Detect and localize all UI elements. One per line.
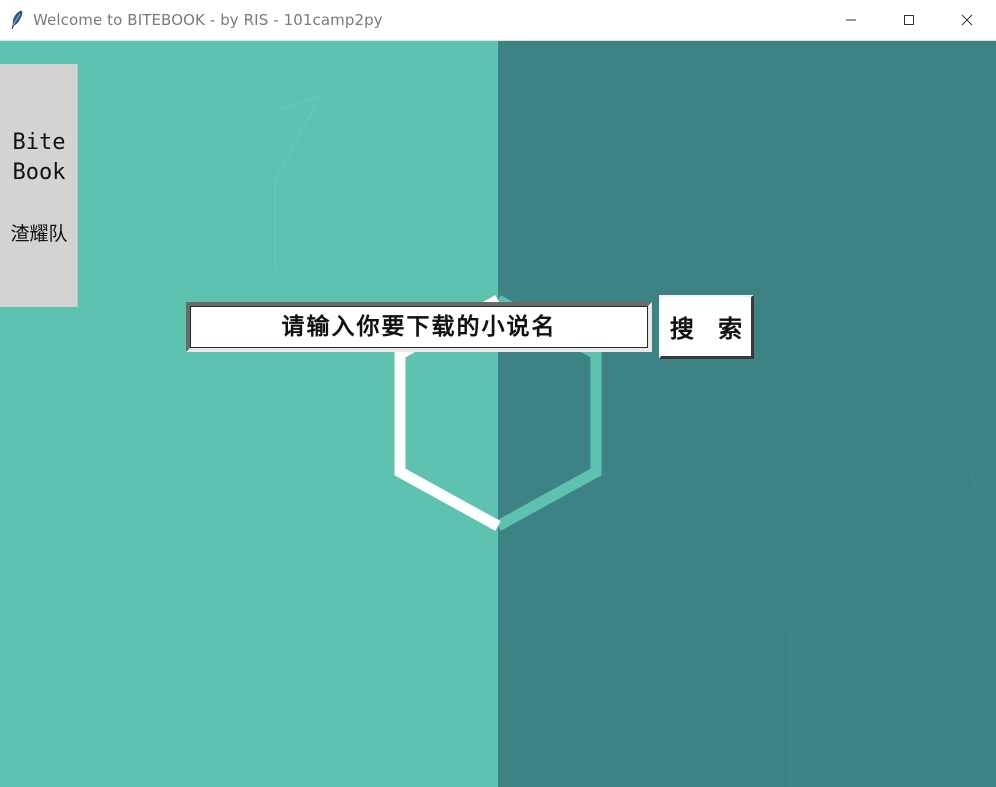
close-icon <box>961 11 973 30</box>
app-name-line-2: Book <box>12 160 66 185</box>
team-name: 渣耀队 <box>10 223 68 245</box>
minimize-button[interactable] <box>822 0 880 40</box>
app-name: Bite Book <box>0 128 78 188</box>
maximize-icon <box>903 11 915 30</box>
maximize-button[interactable] <box>880 0 938 40</box>
close-button[interactable] <box>938 0 996 40</box>
minimize-icon <box>845 11 857 30</box>
main-canvas: Bite Book 渣耀队 搜 索 <box>0 41 996 787</box>
search-input[interactable] <box>186 302 652 352</box>
search-button[interactable]: 搜 索 <box>659 295 754 359</box>
window-title: Welcome to BITEBOOK - by RIS - 101camp2p… <box>33 11 383 29</box>
app-window: Welcome to BITEBOOK - by RIS - 101camp2p… <box>0 0 996 787</box>
app-name-line-1: Bite <box>12 130 66 155</box>
sidebar-panel: Bite Book 渣耀队 <box>0 64 78 307</box>
feather-icon <box>9 10 25 30</box>
hexagon-logo-icon <box>394 295 602 531</box>
title-bar[interactable]: Welcome to BITEBOOK - by RIS - 101camp2p… <box>0 0 996 41</box>
